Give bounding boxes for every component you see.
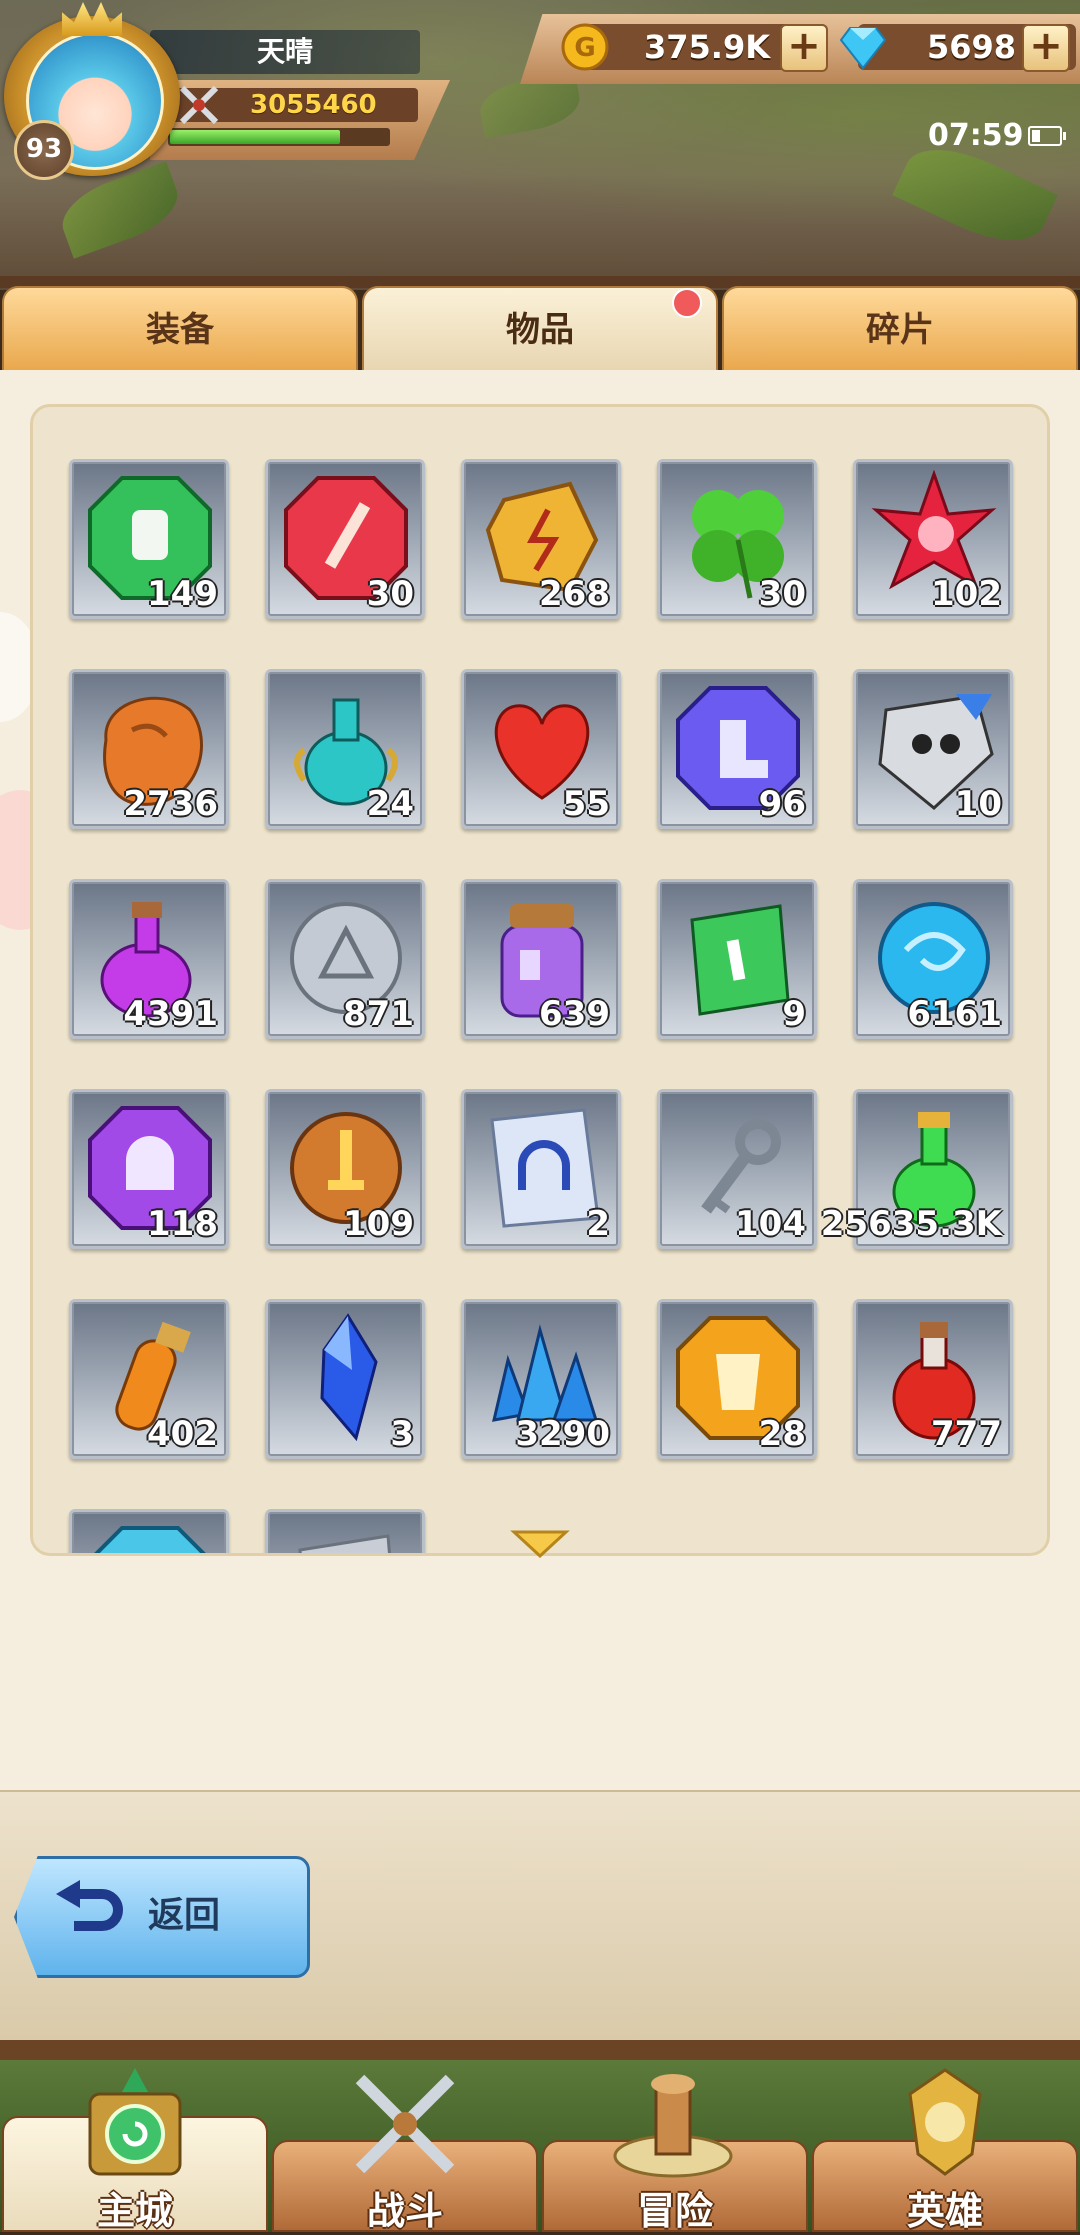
panel-rim — [0, 2040, 1080, 2060]
inventory-slot[interactable]: 25635.3K — [821, 1089, 1013, 1249]
item-count: 9 — [782, 994, 806, 1034]
inventory-slot[interactable]: 30 — [265, 459, 425, 619]
notification-dot — [672, 288, 702, 318]
item-count: 777 — [931, 1414, 1002, 1454]
inventory-slot[interactable]: 102 — [853, 459, 1013, 619]
item-count: 3 — [390, 1414, 414, 1454]
item-count: 96 — [758, 784, 806, 824]
exp-bar-fill — [170, 130, 340, 144]
inventory-slot[interactable]: 55 — [461, 669, 621, 829]
return-arrow-icon — [56, 1880, 123, 1931]
item-count: 402 — [147, 1414, 218, 1454]
gem-amount: 5698 — [926, 28, 1016, 66]
inventory-slot[interactable] — [69, 1509, 229, 1553]
item-count: 2 — [586, 1204, 610, 1244]
inventory-slot[interactable]: 109 — [265, 1089, 425, 1249]
inventory-slot[interactable]: 96 — [657, 669, 817, 829]
crossed-swords-nav-icon — [355, 2074, 455, 2174]
nav-label-main-city: 主城 — [96, 2189, 173, 2233]
inventory-slot[interactable]: 104 — [657, 1089, 817, 1249]
nav-label-adventure: 冒险 — [636, 2189, 713, 2233]
add-gold-button[interactable]: + — [780, 24, 828, 72]
item-count: 30 — [758, 574, 806, 614]
inventory-slot[interactable]: 6161 — [853, 879, 1013, 1039]
item-count: 4391 — [123, 994, 218, 1034]
item-count: 28 — [758, 1414, 806, 1454]
castle-gate-icon — [88, 2068, 182, 2176]
battery-icon — [1028, 126, 1066, 146]
item-count: 25635.3K — [820, 1204, 1002, 1244]
nav-label-heroes: 英雄 — [906, 2189, 983, 2233]
level-badge: 93 — [14, 120, 74, 180]
inventory-slot[interactable]: 3 — [265, 1299, 425, 1459]
inventory-slot[interactable]: 268 — [461, 459, 621, 619]
item-count: 6161 — [907, 994, 1002, 1034]
scroll-down-arrow-icon[interactable] — [510, 1528, 570, 1558]
map-tower-icon — [613, 2074, 733, 2178]
inventory-slot[interactable]: 9 — [657, 879, 817, 1039]
item-count: 102 — [931, 574, 1002, 614]
clock: 07:59 — [928, 118, 1024, 153]
item-count: 149 — [147, 574, 218, 614]
add-gems-button[interactable]: + — [1022, 24, 1070, 72]
item-count: 118 — [147, 1204, 218, 1244]
item-count: 104 — [735, 1204, 806, 1244]
item-count: 268 — [539, 574, 610, 614]
item-count: 639 — [539, 994, 610, 1034]
inventory-slot[interactable]: 4391 — [69, 879, 229, 1039]
power-value: 3055460 — [250, 90, 377, 120]
inventory-slot[interactable]: 871 — [265, 879, 425, 1039]
item-count: 10 — [954, 784, 1002, 824]
scroll-partial-icon — [298, 1534, 391, 1553]
inventory-slot[interactable] — [265, 1509, 425, 1553]
item-count: 109 — [343, 1204, 414, 1244]
hero-crest-icon — [908, 2068, 982, 2176]
inventory-slot[interactable]: 402 — [69, 1299, 229, 1459]
item-count: 3290 — [515, 1414, 610, 1454]
inventory-slot[interactable]: 28 — [657, 1299, 817, 1459]
inventory-slot[interactable]: 24 — [265, 669, 425, 829]
inventory-slot[interactable]: 3290 — [461, 1299, 621, 1459]
cyan-gem-partial-icon — [94, 1526, 206, 1553]
tab-items[interactable]: 物品 — [362, 286, 718, 370]
item-count: 24 — [366, 784, 414, 824]
inventory-slot[interactable]: 639 — [461, 879, 621, 1039]
svg-text:G: G — [574, 33, 595, 63]
gold-coin-icon: G — [561, 23, 609, 71]
item-count: 55 — [562, 784, 610, 824]
item-count: 30 — [366, 574, 414, 614]
inventory-slot[interactable]: 2736 — [69, 669, 229, 829]
item-grid[interactable]: 149 30 268 30 102 2736 24 55 96 10 4391 871 639 9 6161… — [30, 404, 1050, 1556]
nav-label-battle: 战斗 — [366, 2189, 443, 2233]
item-count: 871 — [343, 994, 414, 1034]
crossed-swords-icon — [179, 85, 219, 125]
player-name: 天晴 — [150, 30, 420, 74]
tab-fragments[interactable]: 碎片 — [722, 286, 1078, 370]
item-count: 2736 — [123, 784, 218, 824]
inventory-slot[interactable]: 777 — [853, 1299, 1013, 1459]
tab-equipment[interactable]: 装备 — [2, 286, 358, 370]
inventory-slot[interactable]: 2 — [461, 1089, 621, 1249]
back-label: 返回 — [148, 1895, 221, 1936]
inventory-slot[interactable]: 30 — [657, 459, 817, 619]
gold-amount: 375.9K — [643, 28, 770, 66]
inventory-slot[interactable]: 10 — [853, 669, 1013, 829]
inventory-slot[interactable]: 149 — [69, 459, 229, 619]
inventory-slot[interactable]: 118 — [69, 1089, 229, 1249]
